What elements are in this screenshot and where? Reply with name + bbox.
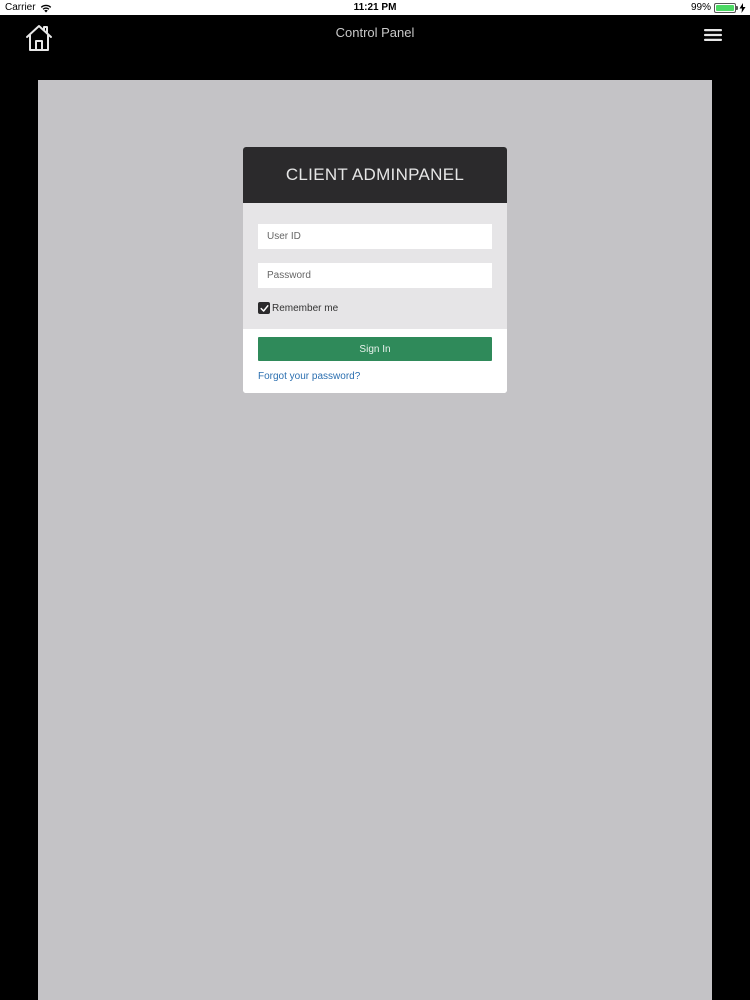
hamburger-menu-icon[interactable] [704, 28, 722, 42]
remember-me-label: Remember me [272, 302, 339, 314]
remember-me-checkbox[interactable] [258, 302, 270, 314]
user-id-input[interactable] [258, 224, 492, 249]
login-card: CLIENT ADMINPANEL Remember me Sign In Fo… [243, 147, 507, 393]
battery-icon [714, 2, 738, 13]
bolt-icon [739, 2, 746, 13]
status-time: 11:21 PM [353, 2, 397, 13]
password-input[interactable] [258, 263, 492, 288]
battery-fill [716, 4, 734, 11]
login-header: CLIENT ADMINPANEL [243, 147, 507, 203]
checkmark-icon [259, 304, 269, 312]
sign-in-button[interactable]: Sign In [258, 337, 492, 361]
nav-bar: Control Panel [0, 15, 750, 80]
login-footer: Sign In Forgot your password? [243, 329, 507, 393]
nav-title: Control Panel [335, 25, 415, 40]
forgot-password-link[interactable]: Forgot your password? [258, 371, 360, 382]
content-area: CLIENT ADMINPANEL Remember me Sign In Fo… [38, 80, 712, 1000]
remember-me-toggle[interactable]: Remember me [258, 301, 492, 315]
status-bar: Carrier 11:21 PM 99% [0, 0, 750, 15]
login-body: Remember me [243, 203, 507, 329]
battery-percent: 99% [690, 2, 711, 13]
status-right: 99% [691, 0, 746, 15]
